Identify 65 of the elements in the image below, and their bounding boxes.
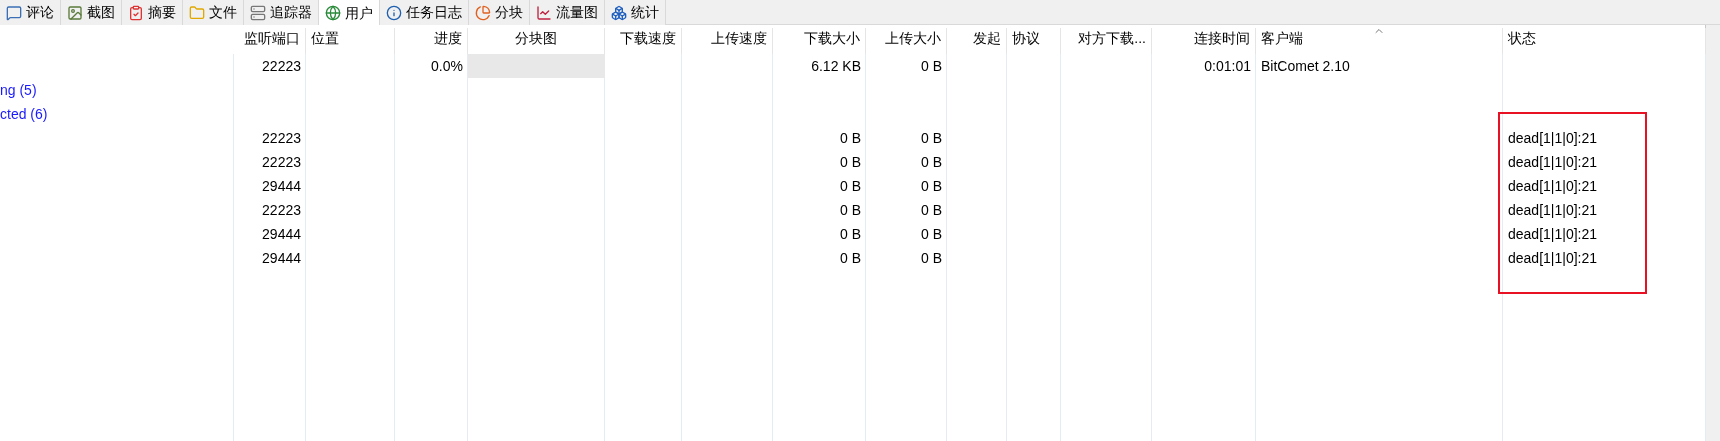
checklist-icon bbox=[128, 4, 144, 21]
table-cell-text: 22223 bbox=[262, 56, 301, 76]
folder-icon bbox=[189, 4, 205, 21]
table-cell-text: dead[1|1|0]:21 bbox=[1508, 128, 1598, 148]
tab[interactable]: 追踪器 bbox=[244, 0, 319, 25]
table-cell-text: 0 B bbox=[840, 224, 861, 244]
line-chart-icon bbox=[536, 4, 552, 21]
table-cell-text: dead[1|1|0]:21 bbox=[1508, 248, 1598, 268]
table-cell-text: dead[1|1|0]:21 bbox=[1508, 152, 1598, 172]
tree-item[interactable]: cted (6) bbox=[0, 105, 48, 122]
table-cell-text: 0 B bbox=[840, 200, 861, 220]
server-icon bbox=[250, 4, 266, 21]
table-cell-text: 0 B bbox=[921, 200, 942, 220]
tab[interactable]: 分块 bbox=[469, 0, 530, 25]
column-header[interactable]: 连接时间 bbox=[1152, 28, 1256, 54]
tab[interactable]: 文件 bbox=[183, 0, 244, 25]
globe-icon bbox=[325, 5, 341, 21]
column-header[interactable]: 监听端口 bbox=[234, 28, 306, 54]
column-header[interactable]: 下载大小 bbox=[773, 28, 866, 54]
table-cell-text: 29444 bbox=[262, 248, 301, 268]
column-header[interactable]: 协议 bbox=[1007, 28, 1061, 54]
info-icon bbox=[386, 4, 402, 21]
table-cell-text: dead[1|1|0]:21 bbox=[1508, 176, 1598, 196]
table-cell-text: 0 B bbox=[921, 176, 942, 196]
table-cell-text: BitComet 2.10 bbox=[1261, 56, 1350, 76]
column-header[interactable]: 下载速度 bbox=[605, 28, 682, 54]
table-cell-text: dead[1|1|0]:21 bbox=[1508, 200, 1598, 220]
picture-icon bbox=[67, 4, 83, 21]
table-cell-text: 0 B bbox=[840, 176, 861, 196]
table-cell-text: 29444 bbox=[262, 176, 301, 196]
table-cell-text: 0:01:01 bbox=[1204, 56, 1251, 76]
tab[interactable]: 任务日志 bbox=[380, 0, 469, 25]
tab[interactable]: 统计 bbox=[605, 0, 666, 25]
tree-item[interactable]: ng (5) bbox=[0, 81, 37, 98]
table-cell-text: 0 B bbox=[840, 152, 861, 172]
table-cell-text: 22223 bbox=[262, 128, 301, 148]
column-header[interactable]: 位置 bbox=[306, 28, 395, 54]
table-cell-text: 0 B bbox=[840, 128, 861, 148]
table-cell-text: 22223 bbox=[262, 152, 301, 172]
pie-chart-icon bbox=[475, 4, 491, 21]
table-cell-text: 0 B bbox=[921, 152, 942, 172]
blocks-icon bbox=[611, 4, 627, 21]
column-header[interactable]: 上传大小 bbox=[866, 28, 947, 54]
table-cell-text: 0 B bbox=[921, 56, 942, 76]
speech-bubble-icon bbox=[6, 4, 22, 21]
table-cell-text: dead[1|1|0]:21 bbox=[1508, 224, 1598, 244]
column-header[interactable]: 进度 bbox=[395, 28, 468, 54]
tab[interactable]: 摘要 bbox=[122, 0, 183, 25]
table-cell-text: 22223 bbox=[262, 200, 301, 220]
table-cell-text: 0 B bbox=[921, 128, 942, 148]
column-header[interactable]: 客户端 bbox=[1256, 28, 1503, 54]
tab[interactable]: 评论 bbox=[0, 0, 61, 25]
column-header[interactable]: 发起 bbox=[947, 28, 1007, 54]
table-cell-text: 29444 bbox=[262, 224, 301, 244]
table-cell-text: 0.0% bbox=[431, 56, 463, 76]
tab[interactable]: 用户 bbox=[319, 0, 380, 26]
tab[interactable]: 截图 bbox=[61, 0, 122, 25]
tab[interactable]: 流量图 bbox=[530, 0, 605, 25]
table-cell-text: 0 B bbox=[921, 248, 942, 268]
column-header[interactable]: 状态 bbox=[1503, 28, 1706, 54]
table-cell-text: 0 B bbox=[921, 224, 942, 244]
table-cell-text: 6.12 KB bbox=[811, 56, 861, 76]
column-header[interactable]: 对方下载... bbox=[1061, 28, 1152, 54]
column-header[interactable]: 上传速度 bbox=[682, 28, 773, 54]
table-cell-text: 0 B bbox=[840, 248, 861, 268]
